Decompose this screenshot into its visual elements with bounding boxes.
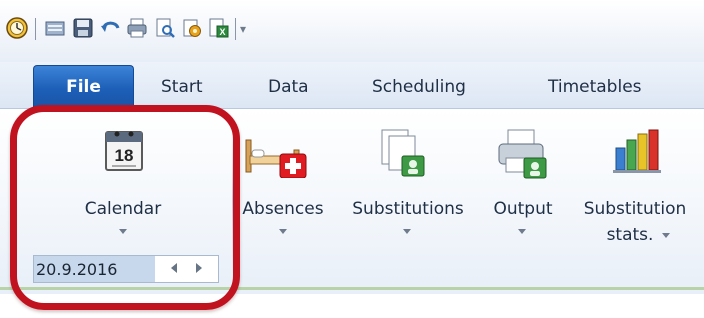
substitutions-button-label[interactable]: Substitutions bbox=[338, 199, 478, 219]
output-printer-icon[interactable] bbox=[496, 128, 548, 180]
substitutions-dropdown-arrow[interactable] bbox=[403, 229, 411, 234]
output-button-label[interactable]: Output bbox=[484, 199, 562, 219]
tab-timetables[interactable]: Timetables bbox=[548, 77, 642, 97]
absences-button-label[interactable]: Absences bbox=[234, 199, 332, 219]
customize-toolbar-button[interactable]: ▾ bbox=[240, 22, 246, 36]
substitution-stats-dropdown-arrow[interactable] bbox=[662, 233, 670, 238]
highlight-callout bbox=[10, 105, 240, 310]
svg-text:X: X bbox=[219, 27, 225, 37]
tab-data[interactable]: Data bbox=[268, 77, 309, 97]
quick-access-toolbar: X ▾ bbox=[0, 0, 704, 62]
absences-dropdown-arrow[interactable] bbox=[279, 229, 287, 234]
save-icon[interactable] bbox=[72, 17, 94, 39]
tab-scheduling[interactable]: Scheduling bbox=[372, 77, 466, 97]
settings-icon[interactable] bbox=[181, 17, 203, 39]
undo-icon[interactable] bbox=[100, 17, 122, 39]
substitutions-icon[interactable] bbox=[380, 128, 426, 178]
app-clock-icon[interactable] bbox=[6, 17, 28, 39]
print-icon[interactable] bbox=[126, 17, 148, 39]
absences-bed-icon[interactable] bbox=[242, 130, 308, 178]
print-preview-icon[interactable] bbox=[154, 17, 176, 39]
excel-export-icon[interactable]: X bbox=[208, 17, 230, 39]
bar-chart-icon[interactable] bbox=[612, 128, 662, 176]
substitution-stats-label-line1[interactable]: Substitution bbox=[566, 199, 704, 219]
toolbar-separator bbox=[235, 18, 236, 40]
toolbar-separator bbox=[35, 18, 36, 40]
tab-file[interactable]: File bbox=[33, 65, 134, 108]
open-icon[interactable] bbox=[44, 17, 66, 39]
output-dropdown-arrow[interactable] bbox=[518, 229, 526, 234]
tab-start[interactable]: Start bbox=[161, 77, 203, 97]
substitution-stats-label-line2[interactable]: stats. bbox=[600, 225, 660, 245]
